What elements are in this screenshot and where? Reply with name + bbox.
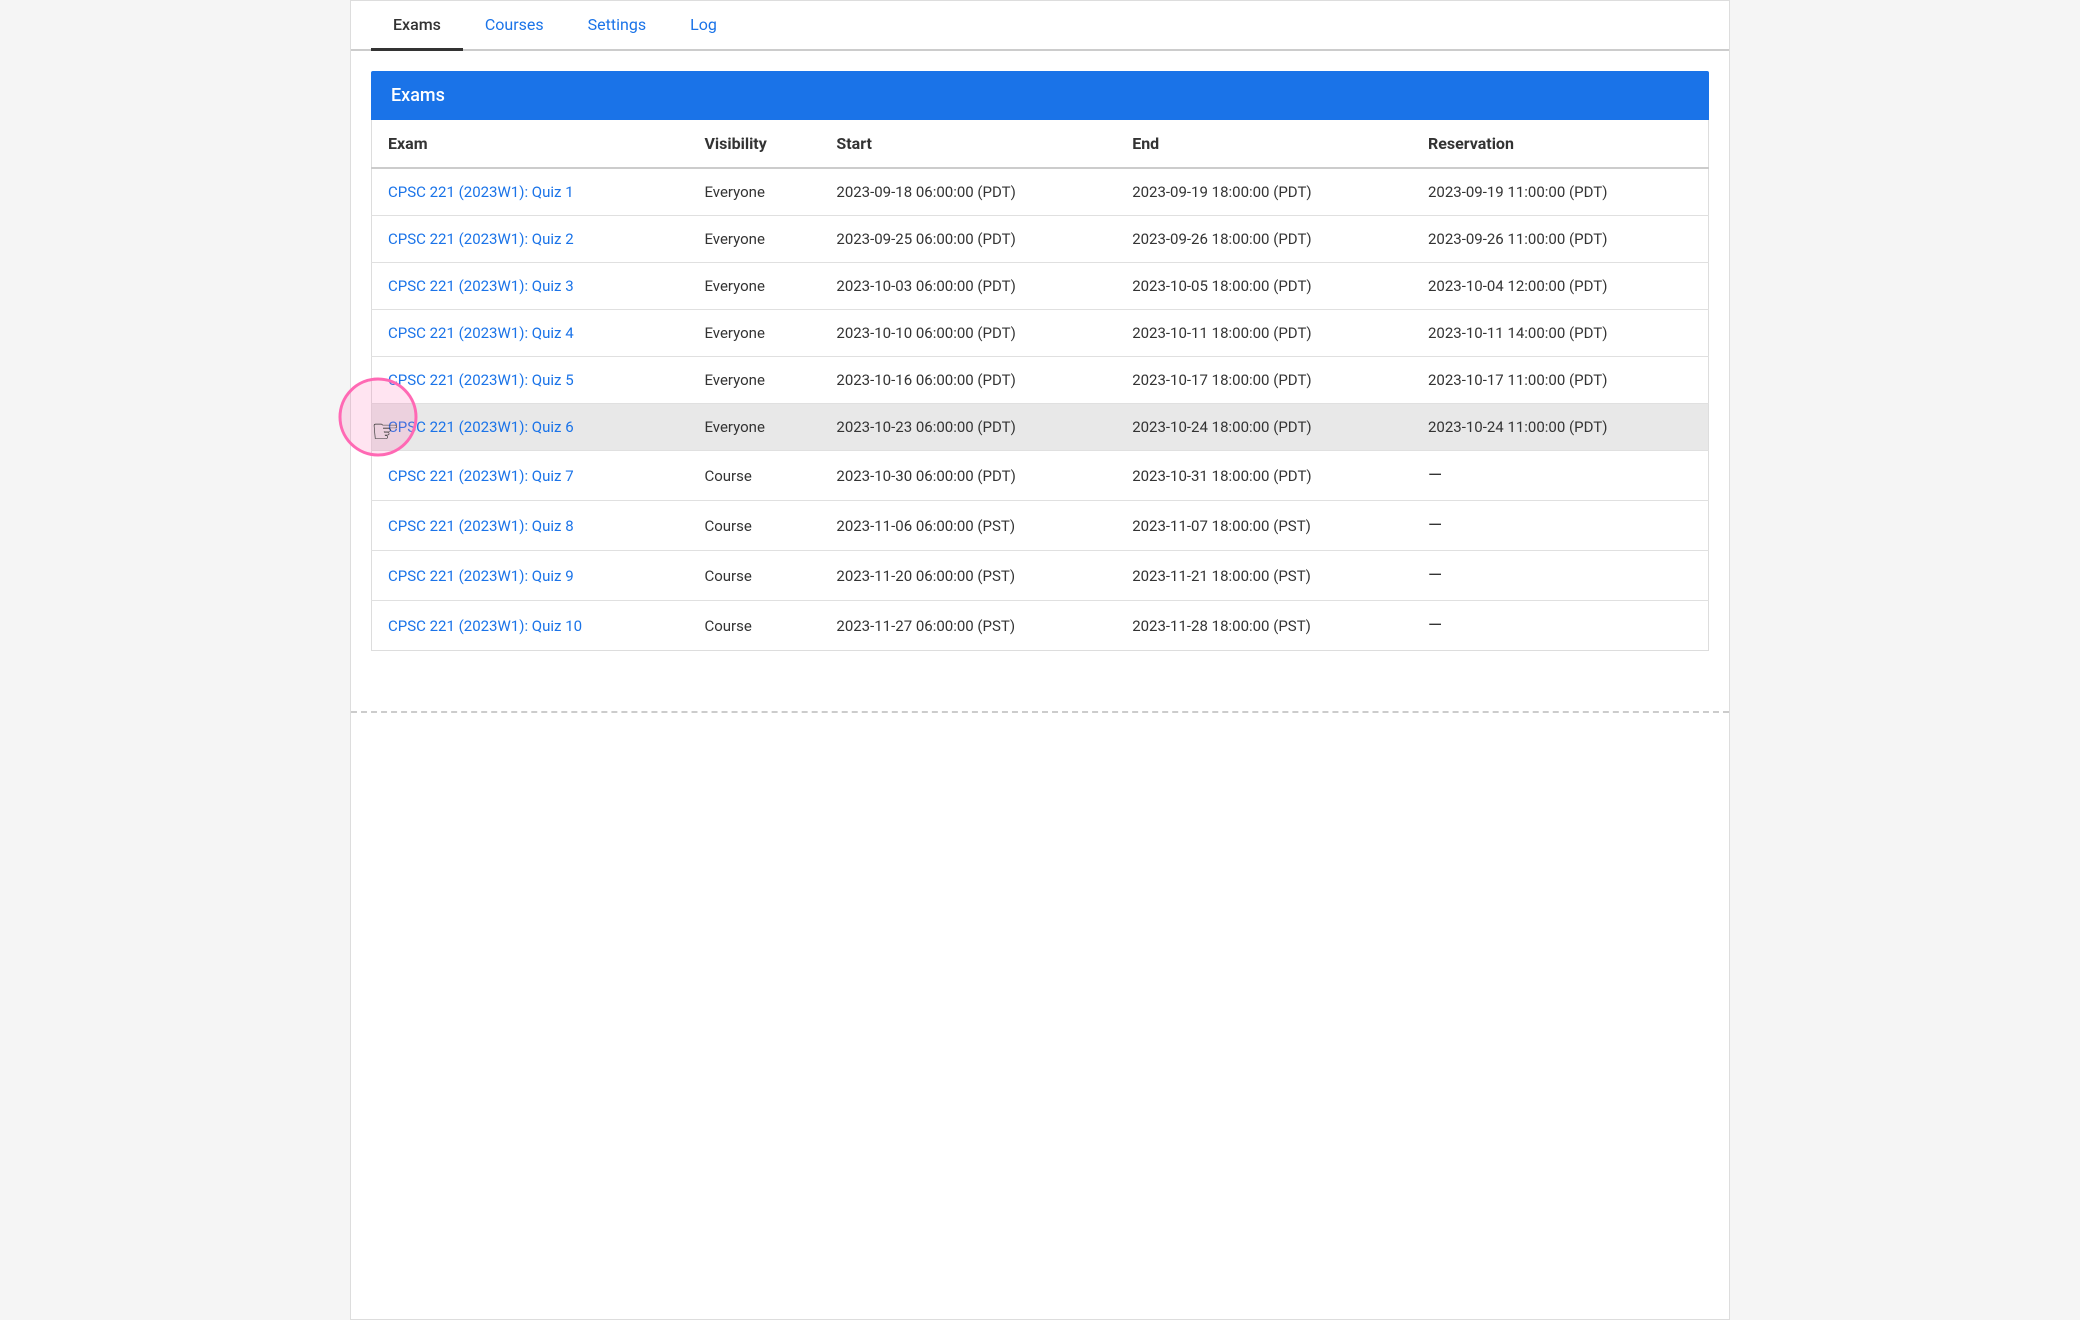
start-cell-9: 2023-11-20 06:00:00 (PST) xyxy=(820,551,1116,601)
exam-cell-9: CPSC 221 (2023W1): Quiz 9 xyxy=(372,551,689,601)
reservation-cell-7: — xyxy=(1412,451,1709,501)
col-header-start: Start xyxy=(820,120,1116,168)
table-row: CPSC 221 (2023W1): Quiz 1Everyone2023-09… xyxy=(372,168,1709,216)
table-row: CPSC 221 (2023W1): Quiz 10Course2023-11-… xyxy=(372,601,1709,651)
tab-courses[interactable]: Courses xyxy=(463,1,566,51)
exam-link-9[interactable]: CPSC 221 (2023W1): Quiz 9 xyxy=(388,567,574,585)
exam-cell-8: CPSC 221 (2023W1): Quiz 8 xyxy=(372,501,689,551)
exam-link-10[interactable]: CPSC 221 (2023W1): Quiz 10 xyxy=(388,617,582,635)
reservation-cell-1: 2023-09-19 11:00:00 (PDT) xyxy=(1412,168,1709,216)
start-cell-6: 2023-10-23 06:00:00 (PDT) xyxy=(820,404,1116,451)
reservation-cell-8: — xyxy=(1412,501,1709,551)
end-cell-3: 2023-10-05 18:00:00 (PDT) xyxy=(1116,263,1412,310)
exam-cell-5: CPSC 221 (2023W1): Quiz 5 xyxy=(372,357,689,404)
exam-link-2[interactable]: CPSC 221 (2023W1): Quiz 2 xyxy=(388,230,574,248)
table-header-row: ExamVisibilityStartEndReservation xyxy=(372,120,1709,168)
start-cell-3: 2023-10-03 06:00:00 (PDT) xyxy=(820,263,1116,310)
exam-link-3[interactable]: CPSC 221 (2023W1): Quiz 3 xyxy=(388,277,574,295)
tab-bar: ExamsCoursesSettingsLog xyxy=(351,1,1729,51)
reservation-cell-2: 2023-09-26 11:00:00 (PDT) xyxy=(1412,216,1709,263)
start-cell-8: 2023-11-06 06:00:00 (PST) xyxy=(820,501,1116,551)
start-cell-10: 2023-11-27 06:00:00 (PST) xyxy=(820,601,1116,651)
exam-cell-2: CPSC 221 (2023W1): Quiz 2 xyxy=(372,216,689,263)
visibility-cell-10: Course xyxy=(688,601,820,651)
table-body: CPSC 221 (2023W1): Quiz 1Everyone2023-09… xyxy=(372,168,1709,651)
end-cell-10: 2023-11-28 18:00:00 (PST) xyxy=(1116,601,1412,651)
end-cell-7: 2023-10-31 18:00:00 (PDT) xyxy=(1116,451,1412,501)
end-cell-4: 2023-10-11 18:00:00 (PDT) xyxy=(1116,310,1412,357)
exam-link-7[interactable]: CPSC 221 (2023W1): Quiz 7 xyxy=(388,467,574,485)
visibility-cell-2: Everyone xyxy=(688,216,820,263)
exam-link-1[interactable]: CPSC 221 (2023W1): Quiz 1 xyxy=(388,183,574,201)
reservation-cell-10: — xyxy=(1412,601,1709,651)
exam-link-5[interactable]: CPSC 221 (2023W1): Quiz 5 xyxy=(388,371,574,389)
exam-cell-4: CPSC 221 (2023W1): Quiz 4 xyxy=(372,310,689,357)
exam-link-6[interactable]: CPSC 221 (2023W1): Quiz 6 xyxy=(388,418,574,436)
reservation-cell-9: — xyxy=(1412,551,1709,601)
exam-cell-10: CPSC 221 (2023W1): Quiz 10 xyxy=(372,601,689,651)
table-row: CPSC 221 (2023W1): Quiz 3Everyone2023-10… xyxy=(372,263,1709,310)
table-row: CPSC 221 (2023W1): Quiz 6☞Everyone2023-1… xyxy=(372,404,1709,451)
end-cell-1: 2023-09-19 18:00:00 (PDT) xyxy=(1116,168,1412,216)
start-cell-5: 2023-10-16 06:00:00 (PDT) xyxy=(820,357,1116,404)
col-header-exam: Exam xyxy=(372,120,689,168)
start-cell-7: 2023-10-30 06:00:00 (PDT) xyxy=(820,451,1116,501)
table-row: CPSC 221 (2023W1): Quiz 4Everyone2023-10… xyxy=(372,310,1709,357)
reservation-cell-3: 2023-10-04 12:00:00 (PDT) xyxy=(1412,263,1709,310)
visibility-cell-8: Course xyxy=(688,501,820,551)
section-title: Exams xyxy=(391,85,445,106)
exam-cell-3: CPSC 221 (2023W1): Quiz 3 xyxy=(372,263,689,310)
col-header-visibility: Visibility xyxy=(688,120,820,168)
table-row: CPSC 221 (2023W1): Quiz 8Course2023-11-0… xyxy=(372,501,1709,551)
section-header: Exams xyxy=(371,71,1709,120)
tab-settings[interactable]: Settings xyxy=(566,1,668,51)
reservation-cell-4: 2023-10-11 14:00:00 (PDT) xyxy=(1412,310,1709,357)
col-header-end: End xyxy=(1116,120,1412,168)
start-cell-4: 2023-10-10 06:00:00 (PDT) xyxy=(820,310,1116,357)
end-cell-9: 2023-11-21 18:00:00 (PST) xyxy=(1116,551,1412,601)
table-row: CPSC 221 (2023W1): Quiz 7Course2023-10-3… xyxy=(372,451,1709,501)
exams-table: ExamVisibilityStartEndReservation CPSC 2… xyxy=(371,120,1709,651)
end-cell-6: 2023-10-24 18:00:00 (PDT) xyxy=(1116,404,1412,451)
exam-link-8[interactable]: CPSC 221 (2023W1): Quiz 8 xyxy=(388,517,574,535)
tab-exams[interactable]: Exams xyxy=(371,1,463,51)
page-container: ExamsCoursesSettingsLog Exams ExamVisibi… xyxy=(350,0,1730,1320)
exam-cell-6: CPSC 221 (2023W1): Quiz 6☞ xyxy=(372,404,689,451)
visibility-cell-1: Everyone xyxy=(688,168,820,216)
table-row: CPSC 221 (2023W1): Quiz 9Course2023-11-2… xyxy=(372,551,1709,601)
exam-cell-1: CPSC 221 (2023W1): Quiz 1 xyxy=(372,168,689,216)
reservation-cell-5: 2023-10-17 11:00:00 (PDT) xyxy=(1412,357,1709,404)
main-content: Exams ExamVisibilityStartEndReservation … xyxy=(351,51,1729,671)
visibility-cell-6: Everyone xyxy=(688,404,820,451)
start-cell-2: 2023-09-25 06:00:00 (PDT) xyxy=(820,216,1116,263)
col-header-reservation: Reservation xyxy=(1412,120,1709,168)
visibility-cell-9: Course xyxy=(688,551,820,601)
exam-link-4[interactable]: CPSC 221 (2023W1): Quiz 4 xyxy=(388,324,574,342)
start-cell-1: 2023-09-18 06:00:00 (PDT) xyxy=(820,168,1116,216)
end-cell-5: 2023-10-17 18:00:00 (PDT) xyxy=(1116,357,1412,404)
visibility-cell-7: Course xyxy=(688,451,820,501)
end-cell-2: 2023-09-26 18:00:00 (PDT) xyxy=(1116,216,1412,263)
visibility-cell-4: Everyone xyxy=(688,310,820,357)
table-row: CPSC 221 (2023W1): Quiz 5Everyone2023-10… xyxy=(372,357,1709,404)
visibility-cell-5: Everyone xyxy=(688,357,820,404)
table-row: CPSC 221 (2023W1): Quiz 2Everyone2023-09… xyxy=(372,216,1709,263)
visibility-cell-3: Everyone xyxy=(688,263,820,310)
end-cell-8: 2023-11-07 18:00:00 (PST) xyxy=(1116,501,1412,551)
tab-log[interactable]: Log xyxy=(668,1,739,51)
bottom-border xyxy=(351,711,1729,713)
reservation-cell-6: 2023-10-24 11:00:00 (PDT) xyxy=(1412,404,1709,451)
exam-cell-7: CPSC 221 (2023W1): Quiz 7 xyxy=(372,451,689,501)
